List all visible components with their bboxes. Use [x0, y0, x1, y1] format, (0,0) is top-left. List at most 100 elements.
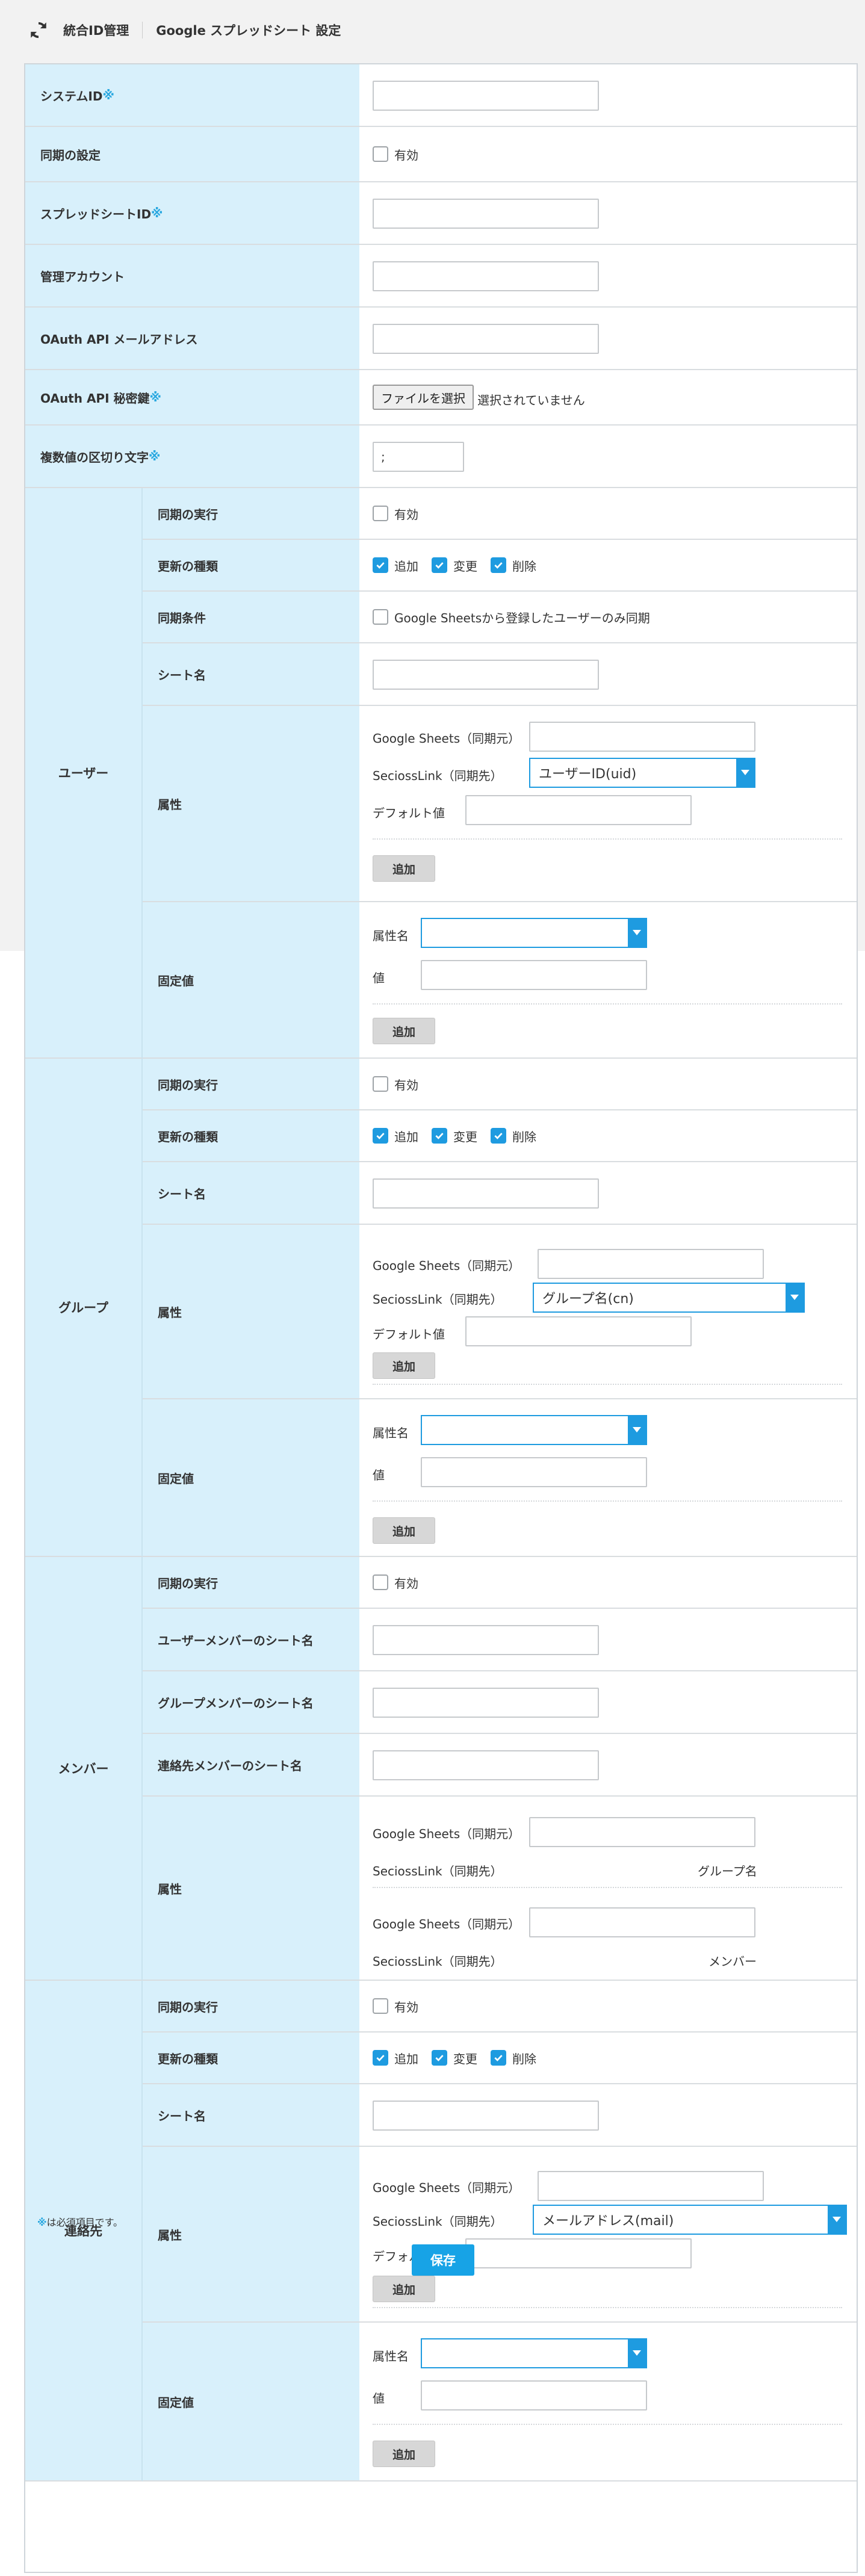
user-attr-add-button[interactable]: 追加 — [373, 855, 435, 882]
user-fixed-attr-select[interactable] — [421, 918, 647, 948]
contact-sheet-name-input[interactable] — [373, 2101, 599, 2131]
sync-enabled-label: 有効 — [394, 147, 418, 163]
label-user-member-sheet: ユーザーメンバーのシート名 — [143, 1609, 359, 1670]
user-value-label: 値 — [373, 971, 385, 985]
user-delete-label: 削除 — [512, 559, 536, 574]
contact-default-input[interactable] — [465, 2238, 692, 2268]
user-member-sheet-input[interactable] — [373, 1625, 599, 1655]
row-spreadsheet-id: スプレッドシートID ※ — [25, 182, 857, 245]
sync-enabled-checkbox[interactable] — [373, 146, 388, 162]
breadcrumb-root[interactable]: 統合ID管理 — [63, 21, 129, 39]
contact-fixed-value-input[interactable] — [421, 2380, 647, 2410]
group-sheet-name: シート名 — [143, 1162, 857, 1225]
user-change-label: 変更 — [453, 559, 477, 574]
group-run-sync-checkbox[interactable] — [373, 1076, 388, 1092]
divider — [373, 2307, 842, 2308]
save-button[interactable]: 保存 — [412, 2244, 474, 2276]
user-sync-condition-label: Google Sheetsから登録したユーザーのみ同期 — [394, 610, 650, 625]
user-delete-checkbox[interactable] — [491, 557, 506, 573]
delimiter-input[interactable]: ; — [373, 442, 464, 472]
label-user-attributes: 属性 — [143, 706, 359, 901]
member-target-2: メンバー — [708, 1954, 757, 1969]
page-header: 統合ID管理 Google スプレッドシート 設定 — [0, 0, 865, 60]
user-fixed-value-input[interactable] — [421, 960, 647, 990]
row-system-id: システムID ※ — [25, 64, 857, 127]
label-oauth-email: OAuth API メールアドレス — [25, 308, 359, 369]
contact-change-checkbox[interactable] — [432, 2050, 447, 2066]
contact-attr-add-button[interactable]: 追加 — [373, 2276, 435, 2302]
contact-fixed-add-button[interactable]: 追加 — [373, 2441, 435, 2467]
chevron-down-icon — [736, 759, 754, 787]
label-spreadsheet-id: スプレッドシートID ※ — [25, 182, 359, 244]
group-change-checkbox[interactable] — [432, 1128, 447, 1144]
file-select-button[interactable]: ファイルを選択 — [373, 385, 474, 410]
contact-run-sync-label: 有効 — [394, 1999, 418, 2014]
member-gs-source-input-1[interactable] — [529, 1817, 755, 1847]
contact-attributes: 属性 Google Sheets（同期元） SeciossLink（同期先） メ… — [143, 2147, 857, 2323]
label-contact-update-type: 更新の種類 — [143, 2033, 359, 2083]
user-sheet-name-input[interactable] — [373, 660, 599, 690]
group-add-checkbox[interactable] — [373, 1128, 388, 1144]
label-user-run-sync: 同期の実行 — [143, 488, 359, 539]
divider — [373, 2424, 842, 2425]
group-member-sheet-input[interactable] — [373, 1688, 599, 1718]
group-attr-add-button[interactable]: 追加 — [373, 1352, 435, 1379]
group-fixed-value-input[interactable] — [421, 1457, 647, 1487]
user-attributes: 属性 Google Sheets（同期元） SeciossLink（同期先） ユ… — [143, 706, 857, 902]
user-fixed-add-button[interactable]: 追加 — [373, 1018, 435, 1044]
contact-gs-source-label: Google Sheets（同期元） — [373, 2181, 521, 2195]
contact-fixed-attr-select[interactable] — [421, 2338, 647, 2368]
user-add-checkbox[interactable] — [373, 557, 388, 573]
group-attr-name-label: 属性名 — [373, 1426, 409, 1440]
group-default-label: デフォルト値 — [373, 1327, 445, 1342]
group-fixed-attr-select[interactable] — [421, 1415, 647, 1445]
contact-update-type: 更新の種類 追加 変更 削除 — [143, 2033, 857, 2084]
member-run-sync-checkbox[interactable] — [373, 1574, 388, 1590]
group-add-label: 追加 — [394, 1129, 418, 1144]
chevron-down-icon — [628, 1416, 646, 1444]
user-attr-select[interactable]: ユーザーID(uid) — [529, 758, 755, 788]
member-gs-source-input-2[interactable] — [529, 1907, 755, 1937]
oauth-email-input[interactable] — [373, 324, 599, 354]
row-oauth-email: OAuth API メールアドレス — [25, 308, 857, 370]
member-sl-target-label-2: SeciossLink（同期先） — [373, 1954, 503, 1969]
row-sync-setting: 同期の設定 有効 — [25, 127, 857, 182]
user-default-input[interactable] — [465, 795, 692, 825]
group-delete-checkbox[interactable] — [491, 1128, 506, 1144]
contact-delete-checkbox[interactable] — [491, 2050, 506, 2066]
label-contact-fixed-value: 固定値 — [143, 2323, 359, 2480]
user-gs-source-input[interactable] — [529, 722, 755, 752]
spreadsheet-id-input[interactable] — [373, 199, 599, 229]
contact-run-sync-checkbox[interactable] — [373, 1998, 388, 2014]
group-default-input[interactable] — [465, 1316, 692, 1346]
user-run-sync-checkbox[interactable] — [373, 506, 388, 521]
user-change-checkbox[interactable] — [432, 557, 447, 573]
settings-form: システムID ※ 同期の設定 有効 スプレッドシートID ※ 管理アカウント OAu… — [24, 63, 858, 2573]
member-gs-source-label-1: Google Sheets（同期元） — [373, 1827, 521, 1841]
group-fixed-add-button[interactable]: 追加 — [373, 1517, 435, 1544]
system-id-input[interactable] — [373, 81, 599, 111]
group-attr-select[interactable]: グループ名(cn) — [533, 1283, 805, 1313]
contact-attr-select[interactable]: メールアドレス(mail) — [533, 2205, 847, 2235]
contact-gs-source-input[interactable] — [538, 2171, 764, 2201]
user-run-sync-label: 有効 — [394, 507, 418, 522]
user-sync-condition-checkbox[interactable] — [373, 609, 388, 625]
contact-member-sheet-input[interactable] — [373, 1750, 599, 1780]
member-group-sheet: グループメンバーのシート名 — [143, 1671, 857, 1734]
group-gs-source-input[interactable] — [538, 1249, 764, 1279]
group-sheet-name-input[interactable] — [373, 1178, 599, 1209]
chevron-down-icon — [828, 2206, 846, 2234]
contact-run-sync: 同期の実行 有効 — [143, 1981, 857, 2033]
member-user-sheet: ユーザーメンバーのシート名 — [143, 1609, 857, 1671]
contact-change-label: 変更 — [453, 2051, 477, 2066]
contact-delete-label: 削除 — [512, 2051, 536, 2066]
label-user-update-type: 更新の種類 — [143, 540, 359, 590]
member-target-1: グループ名 — [698, 1864, 757, 1878]
contact-add-checkbox[interactable] — [373, 2050, 388, 2066]
label-contact-member-sheet: 連絡先メンバーのシート名 — [143, 1734, 359, 1795]
section-member: メンバー — [25, 1557, 143, 1981]
user-default-label: デフォルト値 — [373, 806, 445, 820]
divider — [373, 1887, 842, 1888]
group-value-label: 値 — [373, 1468, 385, 1482]
admin-account-input[interactable] — [373, 261, 599, 291]
